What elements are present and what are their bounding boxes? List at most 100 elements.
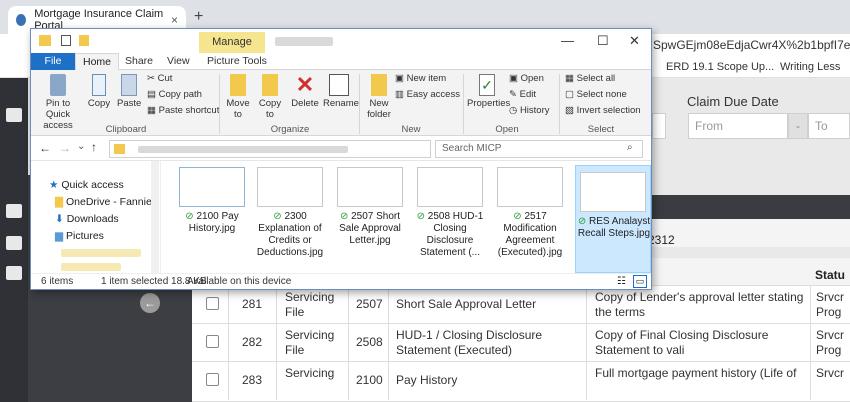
tab-share[interactable]: Share	[125, 55, 153, 67]
date-from-input[interactable]: From	[688, 113, 788, 139]
row-number: 282	[242, 335, 263, 349]
minimize-button[interactable]: —	[561, 33, 574, 48]
file-thumbnail[interactable]	[417, 167, 483, 207]
date-to-input[interactable]: To	[808, 113, 850, 139]
file-thumbnail[interactable]	[257, 167, 323, 207]
open-icon: ▣	[509, 73, 521, 84]
open-button[interactable]: ▣ Open	[509, 73, 544, 85]
row-code: 2508	[356, 335, 383, 349]
paste-shortcut-button[interactable]: ▦ Paste shortcut	[147, 105, 219, 117]
file-item[interactable]: ⊘ 2508 HUD-1 Closing Disclosure Statemen…	[410, 211, 490, 259]
table-row[interactable]: 281 Servicing File 2507 Short Sale Appro…	[192, 286, 850, 324]
pin-quick-access-button[interactable]: Pin to Quick access	[33, 74, 83, 131]
history-button[interactable]: ◷ History	[509, 105, 550, 117]
tab-view[interactable]: View	[167, 55, 190, 67]
bookmark-writing[interactable]: Writing Less	[780, 61, 840, 73]
file-thumbnail[interactable]	[497, 167, 563, 207]
search-icon[interactable]: ⌕	[627, 142, 633, 153]
database-icon[interactable]	[6, 204, 22, 218]
move-to-button[interactable]: Move to	[225, 74, 251, 120]
easy-access-button[interactable]: ▥ Easy access	[395, 89, 460, 101]
file-item[interactable]: ⊘ 2300 Explanation of Credits or Deducti…	[250, 211, 330, 259]
details-view-icon[interactable]: ☷	[617, 276, 626, 287]
rename-button[interactable]: Rename	[323, 74, 359, 109]
nav-scrollbar[interactable]	[151, 161, 159, 273]
row-description: Copy of Final Closing Disclosure Stateme…	[595, 328, 769, 357]
row-checkbox[interactable]	[206, 335, 219, 348]
checkmark-icon: ✓	[479, 74, 495, 96]
invert-selection-button[interactable]: ▧ Invert selection	[565, 105, 641, 117]
file-thumbnail[interactable]	[337, 167, 403, 207]
status-bar: 6 items 1 item selected 18.8 KB Availabl…	[31, 273, 651, 289]
new-folder-quick-icon[interactable]	[79, 35, 89, 46]
new-tab-button[interactable]: +	[194, 8, 203, 26]
new-item-button[interactable]: ▣ New item	[395, 73, 446, 85]
copy-to-button[interactable]: Copy to	[257, 74, 283, 120]
row-status: Srvcr Prog	[816, 290, 844, 319]
tab-home[interactable]: Home	[75, 53, 119, 71]
settings-icon[interactable]	[6, 236, 22, 250]
bookmark-erd[interactable]: ERD 19.1 Scope Up...	[666, 61, 774, 73]
row-status: Srvcr	[816, 366, 844, 380]
large-icons-view-icon[interactable]: ▭	[633, 275, 647, 288]
status-column-header[interactable]: Statu	[815, 268, 845, 282]
maximize-button[interactable]: ☐	[597, 33, 609, 49]
move-to-icon	[230, 74, 246, 96]
delete-button[interactable]: ✕ Delete	[289, 74, 321, 110]
copy-path-button[interactable]: ▤ Copy path	[147, 89, 202, 101]
document-icon[interactable]	[6, 108, 22, 122]
table-row[interactable]: 282 Servicing File 2508 HUD-1 / Closing …	[192, 324, 850, 362]
forward-arrow-icon[interactable]: →	[59, 141, 71, 155]
nav-downloads[interactable]: ⬇ Downloads	[55, 213, 119, 225]
file-item[interactable]: ⊘ 2100 Pay History.jpg	[172, 211, 252, 235]
row-description: Copy of Lender's approval letter stating…	[595, 290, 804, 319]
paste-button[interactable]: Paste	[117, 74, 141, 109]
recent-chevron-icon[interactable]: ⌄	[77, 141, 85, 152]
tab-picture-tools[interactable]: Picture Tools	[207, 55, 267, 67]
select-all-button[interactable]: ▦ Select all	[565, 73, 615, 85]
explorer-title-bar: — ☐ ✕	[31, 29, 651, 53]
file-explorer-window: — ☐ ✕ Manage File Home Share View Pictur…	[30, 28, 652, 290]
close-button[interactable]: ✕	[629, 33, 640, 49]
date-separator: -	[788, 113, 808, 139]
row-category: Servicing File	[285, 290, 335, 319]
cut-button[interactable]: ✂ Cut	[147, 73, 172, 85]
row-checkbox[interactable]	[206, 297, 219, 310]
folder-icon	[39, 35, 51, 46]
path-input[interactable]	[109, 140, 431, 158]
new-group-label: New	[401, 124, 421, 135]
file-item[interactable]: ⊘ 2507 Short Sale Approval Letter.jpg	[330, 211, 410, 247]
users-icon[interactable]	[6, 266, 22, 280]
date-partial-input[interactable]	[652, 113, 666, 139]
row-status: Srvcr Prog	[816, 328, 844, 357]
nav-quick-access[interactable]: ★ Quick access	[49, 179, 124, 191]
claim-due-date-label: Claim Due Date	[687, 94, 779, 109]
tab-close-icon[interactable]: ×	[171, 13, 178, 27]
select-none-button[interactable]: ▢ Select none	[565, 89, 627, 101]
file-item-selected[interactable]: ⊘ RES Analayst Recall Steps.jpg	[575, 165, 651, 273]
ribbon: Pin to Quick access Copy Paste ✂ Cut ▤ C…	[31, 70, 651, 136]
row-checkbox[interactable]	[206, 373, 219, 386]
up-arrow-icon[interactable]: ↑	[91, 140, 97, 154]
back-arrow-icon[interactable]: ←	[39, 141, 51, 155]
tab-file[interactable]: File	[31, 53, 75, 70]
file-thumbnail[interactable]	[179, 167, 245, 207]
properties-button[interactable]: ✓ Properties	[467, 74, 510, 109]
tab-manage[interactable]: Manage	[199, 32, 265, 53]
collapse-arrow-icon[interactable]: ←	[140, 293, 160, 313]
row-code: 2507	[356, 297, 383, 311]
edit-button[interactable]: ✎ Edit	[509, 89, 536, 101]
copy-button[interactable]: Copy	[87, 74, 111, 109]
select-group-label: Select	[587, 124, 615, 135]
nav-pictures[interactable]: ▆ Pictures	[55, 230, 104, 242]
table-row[interactable]: 283 Servicing 2100 Pay History Full mort…	[192, 362, 850, 402]
url-text[interactable]: SpwGEjm08eEdjaCwr4X%2b1bpfI7eRzaVU	[653, 38, 850, 52]
new-folder-button[interactable]: New folder	[363, 74, 395, 120]
file-item[interactable]: ⊘ 2517 Modification Agreement (Executed)…	[490, 211, 570, 259]
scissors-icon: ✂	[147, 73, 158, 84]
ribbon-tab-strip	[31, 53, 651, 70]
search-input[interactable]: Search MICP	[435, 140, 643, 158]
properties-icon[interactable]	[61, 35, 71, 46]
nav-onedrive[interactable]: ▇ OneDrive - Fannie	[55, 196, 152, 208]
star-icon: ★	[49, 179, 62, 191]
